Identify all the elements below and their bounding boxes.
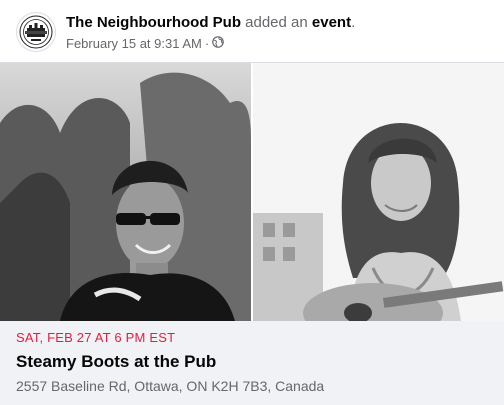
event-details[interactable]: SAT, FEB 27 AT 6 PM EST Steamy Boots at …	[0, 321, 504, 405]
page-avatar[interactable]	[16, 12, 56, 52]
globe-icon	[212, 35, 225, 53]
action-text: added an	[245, 14, 308, 31]
performer-photo-right	[253, 63, 504, 321]
page-name-link[interactable]: The Neighbourhood Pub	[66, 14, 241, 31]
event-cover-photo[interactable]	[0, 62, 504, 321]
post-header: The Neighbourhood Pub added an event. Fe…	[0, 0, 504, 62]
event-link[interactable]: event	[312, 14, 351, 31]
event-date: SAT, FEB 27 AT 6 PM EST	[16, 330, 176, 345]
title-period: .	[351, 14, 356, 31]
meta-separator: ·	[204, 36, 210, 51]
post-timestamp[interactable]: February 15 at 9:31 AM	[66, 35, 202, 53]
event-title[interactable]: Steamy Boots at the Pub	[16, 351, 488, 372]
pub-logo-icon	[19, 15, 53, 49]
performer-photo-left	[0, 63, 251, 321]
event-location: 2557 Baseline Rd, Ottawa, ON K2H 7B3, Ca…	[16, 378, 325, 394]
post-card: The Neighbourhood Pub added an event. Fe…	[0, 0, 504, 405]
